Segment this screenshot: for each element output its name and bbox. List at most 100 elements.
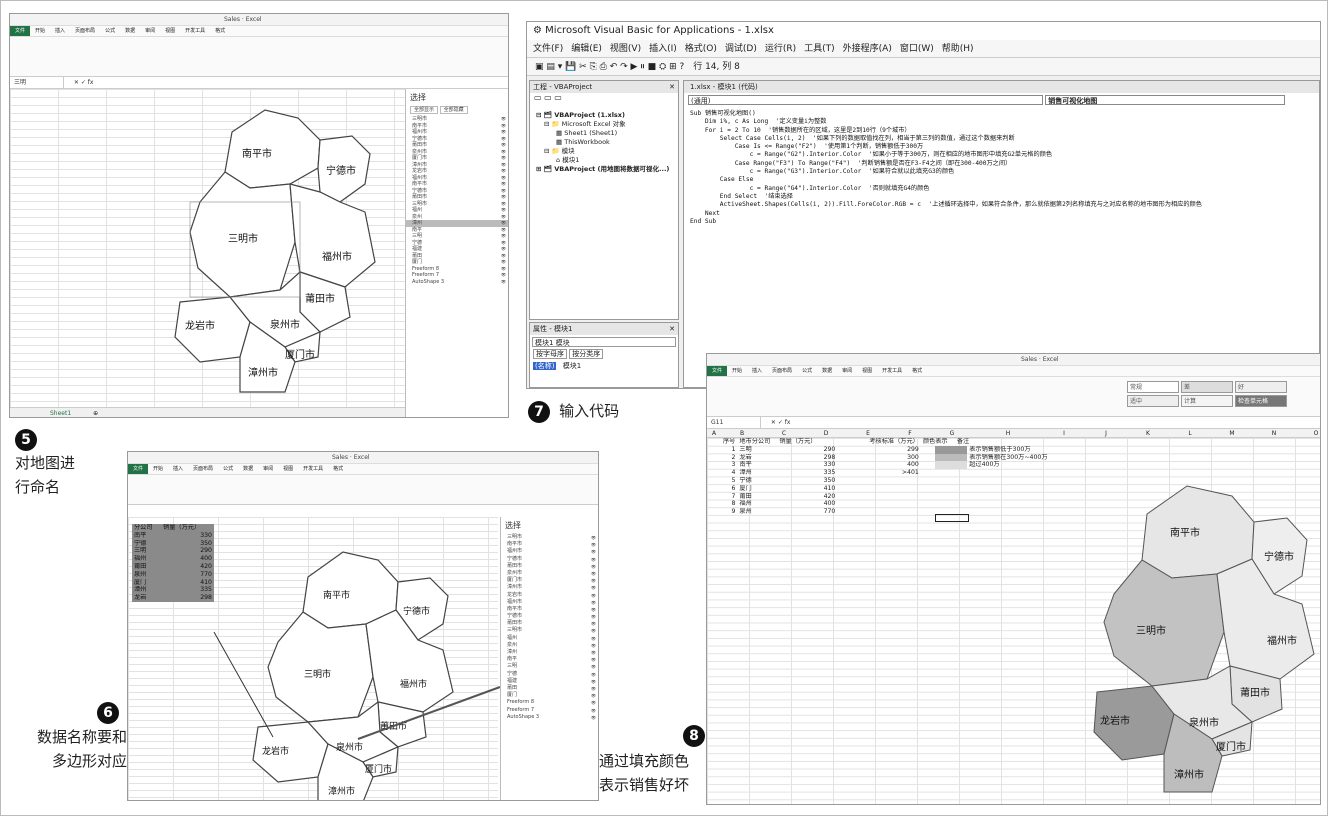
sales-standard-table[interactable]: 序号 地市分公司 销量（万元） 考核标准（万元） 颜色表示 备注 1 三明 290 299 差，表示… bbox=[721, 438, 1075, 516]
ribbon-tab[interactable]: 插入 bbox=[50, 26, 70, 36]
ribbon-tab[interactable]: 开始 bbox=[30, 26, 50, 36]
selection-pane-item[interactable]: 宁德市 bbox=[501, 556, 598, 563]
hide-all-button[interactable]: 全部隐藏 bbox=[439, 106, 468, 114]
table-cell[interactable] bbox=[867, 493, 921, 501]
ribbon-tab[interactable]: 数据 bbox=[120, 26, 140, 36]
table-cell[interactable] bbox=[955, 493, 1075, 501]
project-view-buttons[interactable]: ▭ ▭ ▭ bbox=[530, 93, 678, 107]
table-cell[interactable]: 300 bbox=[867, 454, 921, 462]
column-header[interactable]: O bbox=[1295, 429, 1320, 438]
style-check[interactable]: 检查单元格 bbox=[1235, 395, 1287, 407]
column-header[interactable]: B bbox=[721, 429, 763, 438]
selection-pane-item[interactable]: Freeform 7 bbox=[501, 707, 598, 714]
selection-pane-item[interactable]: AutoShape 3 bbox=[501, 714, 598, 721]
table-row[interactable]: 4 漳州 335 >401 bbox=[721, 469, 1075, 477]
table-cell[interactable] bbox=[867, 500, 921, 508]
table-cell[interactable] bbox=[921, 493, 955, 501]
selection-pane-item[interactable]: 龙岩市 bbox=[501, 592, 598, 599]
tree-node[interactable]: ⊟ 📁 Microsoft Excel 对象 bbox=[536, 120, 672, 129]
table-row[interactable]: 3 南平 330 400 好，超过400万 bbox=[721, 461, 1075, 469]
name-box[interactable]: 三明 bbox=[14, 77, 64, 88]
table-row[interactable]: 9 泉州 770 bbox=[721, 508, 1075, 516]
tree-node[interactable]: ▦ ThisWorkbook bbox=[536, 138, 672, 147]
vba-menu-item[interactable]: 插入(I) bbox=[649, 44, 677, 54]
vba-menu-item[interactable]: 调试(D) bbox=[725, 44, 757, 54]
code-line[interactable]: ActiveSheet.Shapes(Cells(i, 2)).Fill.For… bbox=[690, 201, 1313, 209]
table-cell[interactable] bbox=[837, 500, 867, 508]
selection-pane-item[interactable]: 福州市 bbox=[501, 599, 598, 606]
table-cell[interactable] bbox=[921, 477, 955, 485]
table-cell[interactable] bbox=[837, 493, 867, 501]
ribbon-tab[interactable]: 审阅 bbox=[140, 26, 160, 36]
sheet-tab[interactable]: Sheet1 bbox=[50, 410, 71, 417]
table-cell[interactable] bbox=[921, 485, 955, 493]
style-bad[interactable]: 差 bbox=[1181, 381, 1233, 393]
table-row[interactable]: 2 龙岩 298 300 中，表示销售额在300万~400万 bbox=[721, 454, 1075, 462]
selection-pane-item[interactable]: 南平市 bbox=[501, 606, 598, 613]
tree-node[interactable]: ⊟ 📁 模块 bbox=[536, 147, 672, 156]
tree-node[interactable]: ⊞ 🗂 VBAProject (用地图将数据可视化...) bbox=[536, 165, 672, 174]
object-combo[interactable]: (通用) bbox=[688, 95, 1043, 105]
vba-menu-item[interactable]: 外接程序(A) bbox=[843, 44, 892, 54]
table-cell[interactable] bbox=[955, 469, 1075, 477]
map-region-nanping[interactable] bbox=[224, 109, 321, 189]
fujian-map-colored[interactable]: 南平市 宁德市 三明市 福州市 莆田市 龙岩市 泉州市 厦门市 漳州市 bbox=[1092, 474, 1321, 804]
vba-menu-item[interactable]: 文件(F) bbox=[533, 44, 563, 54]
style-gallery[interactable]: 常规 差 好 适中 计算 检查单元格 bbox=[1127, 381, 1287, 409]
table-cell[interactable]: 1 bbox=[721, 446, 737, 454]
tab-alphabetic[interactable]: 按字母序 bbox=[533, 349, 567, 359]
selection-pane-item[interactable]: 莆田市 bbox=[501, 563, 598, 570]
table-cell[interactable]: 298 bbox=[777, 454, 837, 462]
table-cell[interactable]: 福州 bbox=[737, 500, 777, 508]
table-cell[interactable]: 8 bbox=[721, 500, 737, 508]
column-header[interactable]: F bbox=[889, 429, 931, 438]
table-cell[interactable]: 中，表示销售额在300万~400万 bbox=[955, 454, 1075, 462]
fujian-map[interactable]: 南平市 宁德市 三明市 福州市 莆田市 龙岩市 泉州市 厦门市 漳州市 bbox=[170, 92, 390, 397]
table-cell[interactable]: 420 bbox=[777, 493, 837, 501]
ribbon-tab[interactable]: 格式 bbox=[907, 366, 927, 376]
table-cell[interactable]: 3 bbox=[721, 461, 737, 469]
map-region-fuzhou[interactable] bbox=[289, 183, 376, 288]
style-neutral[interactable]: 适中 bbox=[1127, 395, 1179, 407]
table-cell[interactable] bbox=[867, 485, 921, 493]
table-cell[interactable]: 330 bbox=[777, 461, 837, 469]
selected-cell[interactable] bbox=[935, 514, 969, 522]
table-row[interactable]: 6 厦门 410 bbox=[721, 485, 1075, 493]
style-good[interactable]: 好 bbox=[1235, 381, 1287, 393]
vba-menu-item[interactable]: 运行(R) bbox=[765, 44, 796, 54]
selection-pane-item[interactable]: 福州 bbox=[501, 635, 598, 642]
table-cell[interactable]: 410 bbox=[777, 485, 837, 493]
show-all-button[interactable]: 全部显示 bbox=[410, 106, 439, 114]
code-line[interactable]: c = Range("G2").Interior.Color '如果小于等于30… bbox=[690, 151, 1313, 159]
ribbon-tab[interactable]: 开始 bbox=[727, 366, 747, 376]
ribbon-tab[interactable]: 审阅 bbox=[837, 366, 857, 376]
table-cell[interactable] bbox=[837, 454, 867, 462]
table-cell[interactable] bbox=[955, 485, 1075, 493]
table-cell[interactable] bbox=[837, 477, 867, 485]
prop-name-value[interactable]: 模块1 bbox=[563, 362, 581, 370]
table-cell[interactable]: 290 bbox=[777, 446, 837, 454]
table-cell[interactable]: 泉州 bbox=[737, 508, 777, 516]
table-cell[interactable]: 2 bbox=[721, 454, 737, 462]
table-cell[interactable]: 莆田 bbox=[737, 493, 777, 501]
ribbon-tab[interactable]: 文件 bbox=[707, 366, 728, 376]
table-cell[interactable] bbox=[867, 477, 921, 485]
selection-pane-item[interactable]: 厦门 bbox=[501, 692, 598, 699]
style-normal[interactable]: 常规 bbox=[1127, 381, 1179, 393]
ribbon-tab[interactable]: 页面布局 bbox=[70, 26, 100, 36]
table-cell[interactable]: 三明 bbox=[737, 446, 777, 454]
table-cell[interactable]: 7 bbox=[721, 493, 737, 501]
table-cell[interactable] bbox=[837, 508, 867, 516]
column-header[interactable]: M bbox=[1211, 429, 1253, 438]
column-header[interactable]: I bbox=[1043, 429, 1085, 438]
ribbon-tab[interactable]: 页面布局 bbox=[767, 366, 797, 376]
table-cell[interactable]: 4 bbox=[721, 469, 737, 477]
map-region-sanming[interactable] bbox=[1103, 559, 1225, 687]
style-calc[interactable]: 计算 bbox=[1181, 395, 1233, 407]
column-header[interactable]: D bbox=[805, 429, 847, 438]
table-cell[interactable] bbox=[955, 508, 1075, 516]
selection-pane-item[interactable]: 福建 bbox=[501, 678, 598, 685]
ribbon-tab[interactable]: 格式 bbox=[210, 26, 230, 36]
table-cell[interactable]: 299 bbox=[867, 446, 921, 454]
table-cell[interactable]: 770 bbox=[777, 508, 837, 516]
